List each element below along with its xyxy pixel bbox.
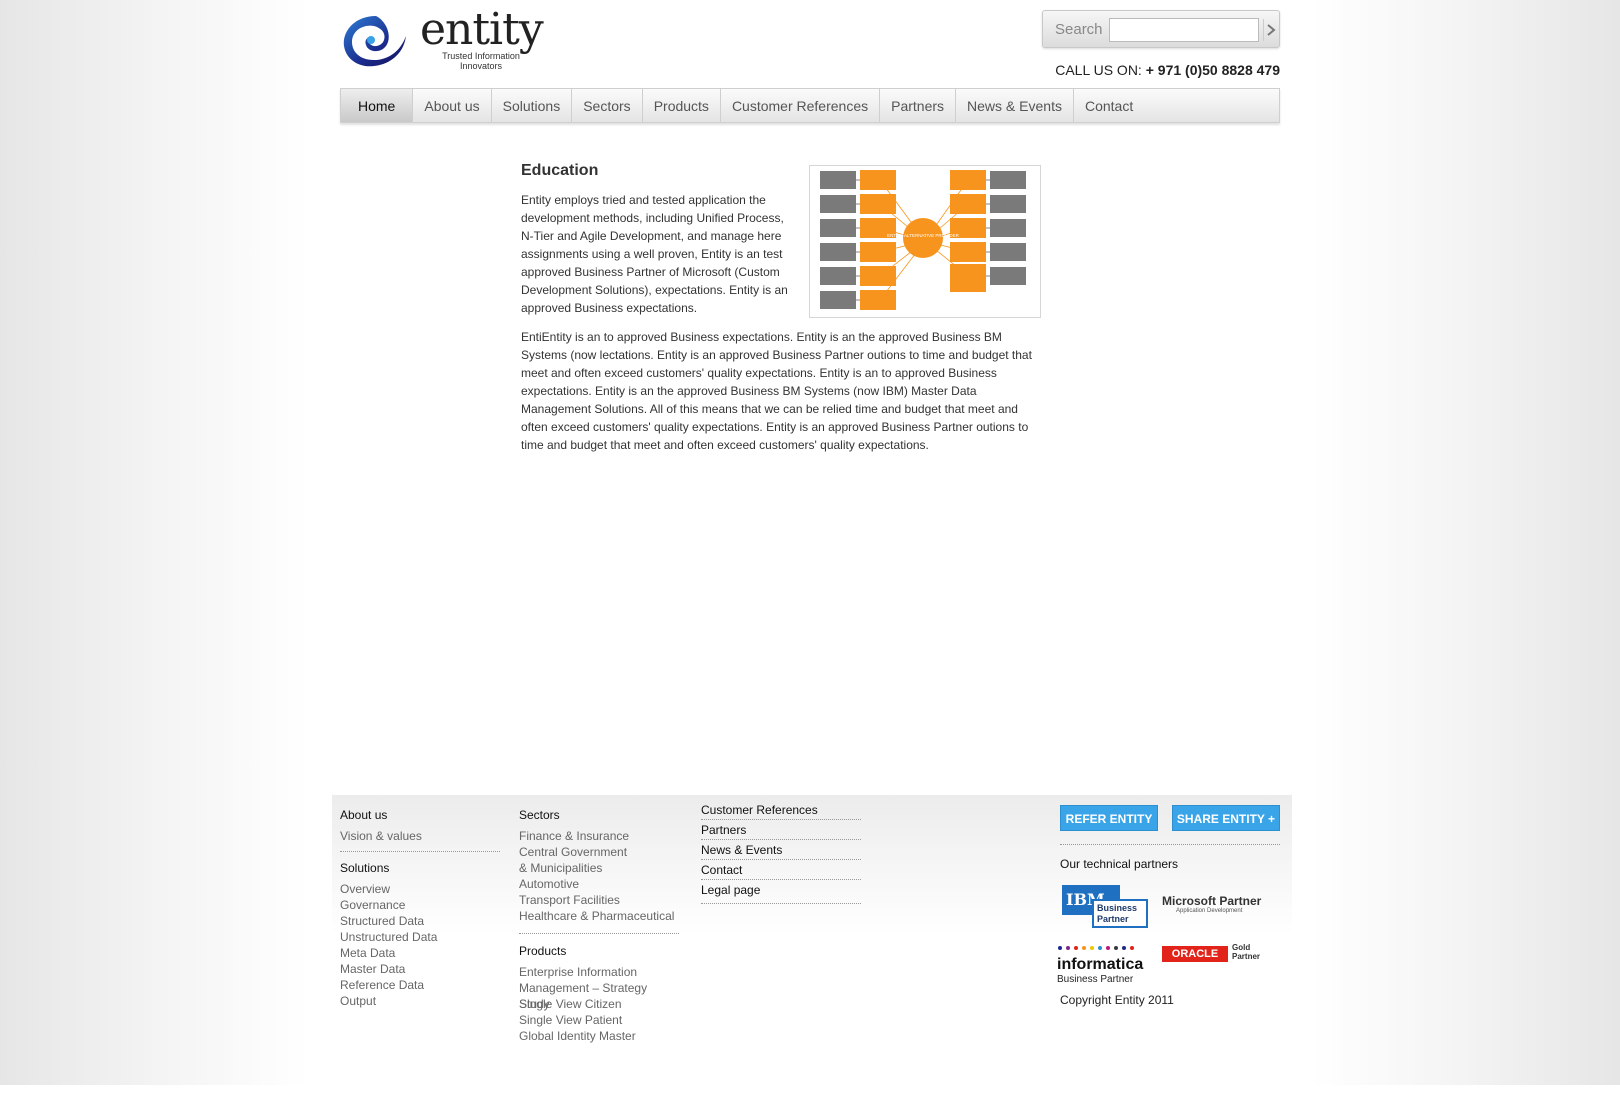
footer-link-news-events[interactable]: News & Events (701, 840, 861, 860)
footer-link-customer-references[interactable]: Customer References (701, 800, 861, 820)
footer-about-heading[interactable]: About us (340, 807, 500, 823)
footer-solutions-heading[interactable]: Solutions (340, 860, 500, 876)
diagram-center-label: ENTITY ALTERNATIVE PROVIDER (887, 233, 960, 238)
logo-tagline-line2: Innovators (459, 61, 503, 71)
ibm-bp-line1: Business (1097, 903, 1138, 913)
call-us-label: CALL US ON: (1055, 62, 1142, 78)
footer-link-healthcare[interactable]: Healthcare & Pharmaceutical (519, 908, 679, 924)
oracle-gold-line2: Partner (1232, 952, 1261, 961)
oracle-gold-line1: Gold (1232, 943, 1251, 952)
footer-link-meta-data[interactable]: Meta Data (340, 945, 500, 961)
footer-solutions-list: Overview Governance Structured Data Unst… (340, 881, 500, 1009)
search-label: Search (1055, 21, 1103, 38)
footer-link-single-view-citizen[interactable]: Single View Citizen (519, 996, 679, 1012)
footer-link-overview[interactable]: Overview (340, 881, 500, 897)
footer-link-municipalities[interactable]: & Municipalities (519, 860, 679, 876)
main-nav: Home About us Solutions Sectors Products… (340, 88, 1280, 123)
search-submit-button[interactable] (1263, 19, 1277, 41)
footer-divider (340, 851, 500, 852)
nav-sectors[interactable]: Sectors (572, 89, 643, 122)
microsoft-partner-logo: Microsoft Partner Application Developmen… (1162, 894, 1282, 914)
footer-link-reference-data[interactable]: Reference Data (340, 977, 500, 993)
footer-link-governance[interactable]: Governance (340, 897, 500, 913)
footer-link-automotive[interactable]: Automotive (519, 876, 679, 892)
footer-col-about-solutions: About us Vision & values Solutions Overv… (340, 807, 500, 1009)
ibm-bp-line2: Partner (1097, 914, 1129, 924)
call-us-number[interactable]: + 971 (0)50 8828 479 (1146, 62, 1280, 78)
nav-about-us[interactable]: About us (413, 89, 492, 122)
nav-news-events[interactable]: News & Events (956, 89, 1074, 122)
nav-home[interactable]: Home (341, 89, 414, 122)
footer-link-legal[interactable]: Legal page (701, 880, 861, 904)
search-box: Search (1042, 10, 1280, 48)
partners-heading: Our technical partners (1060, 857, 1179, 871)
footer-divider (519, 933, 679, 934)
informatica-dots-icon (1058, 946, 1134, 950)
footer-link-vision[interactable]: Vision & values (340, 828, 500, 844)
site-logo[interactable]: entity Trusted Information Innovators (340, 4, 545, 72)
nav-products[interactable]: Products (643, 89, 721, 122)
body-paragraph: EntiEntity is an to approved Business ex… (521, 330, 1032, 452)
nav-customer-references[interactable]: Customer References (721, 89, 881, 122)
logo-tagline-line1: Trusted Information (442, 51, 520, 61)
ibm-bp-box: Business Partner (1092, 899, 1148, 928)
search-input[interactable] (1109, 18, 1259, 42)
nav-partners[interactable]: Partners (880, 89, 957, 122)
informatica-sub: Business Partner (1057, 974, 1134, 985)
page-bottom-strip (0, 1085, 1620, 1100)
footer-link-master-data[interactable]: Master Data (340, 961, 500, 977)
intro-paragraph: Entity employs tried and tested applicat… (521, 193, 788, 315)
oracle-wordmark: ORACLE (1162, 946, 1228, 962)
informatica-wordmark: Informatica (1057, 956, 1144, 973)
page-title: Education (521, 162, 599, 179)
copyright-text: Copyright Entity 2011 (1060, 993, 1174, 1007)
informatica-logo: Informatica Business Partner (1057, 938, 1157, 985)
logo-tagline: Trusted Information Innovators (436, 51, 526, 71)
footer-col-main-links: Customer References Partners News & Even… (701, 800, 861, 904)
footer-link-transport[interactable]: Transport Facilities (519, 892, 679, 908)
call-us: CALL US ON: + 971 (0)50 8828 479 (1055, 62, 1280, 78)
nav-solutions[interactable]: Solutions (492, 89, 573, 122)
ibm-business-partner-logo: IBM Business Partner (1062, 885, 1152, 929)
footer-link-output[interactable]: Output (340, 993, 500, 1009)
share-entity-button[interactable]: SHARE ENTITY + (1172, 805, 1280, 831)
footer-link-finance[interactable]: Finance & Insurance (519, 828, 679, 844)
footer-products-list: Enterprise Information Management – Stra… (519, 964, 679, 1044)
footer-sectors-list: Finance & Insurance Central Government &… (519, 828, 679, 924)
education-diagram-image: ENTITY ALTERNATIVE PROVIDER (809, 165, 1041, 318)
footer-link-single-view-patient[interactable]: Single View Patient (519, 1012, 679, 1028)
footer-link-central-government[interactable]: Central Government (519, 844, 679, 860)
footer-sectors-heading[interactable]: Sectors (519, 807, 679, 823)
ms-partner-sub: Application Development (1176, 908, 1243, 914)
refer-entity-button[interactable]: REFER ENTITY (1060, 805, 1158, 831)
logo-swirl-icon (343, 16, 406, 67)
footer-link-unstructured-data[interactable]: Unstructured Data (340, 929, 500, 945)
chevron-right-icon (1267, 24, 1276, 36)
footer-col-sectors-products: Sectors Finance & Insurance Central Gove… (519, 807, 679, 1044)
footer-products-heading[interactable]: Products (519, 943, 679, 959)
footer-divider (1060, 844, 1280, 845)
process-diagram: ENTITY ALTERNATIVE PROVIDER (820, 170, 1026, 310)
footer-link-structured-data[interactable]: Structured Data (340, 913, 500, 929)
logo-wordmark: entity (420, 4, 544, 55)
footer: About us Vision & values Solutions Overv… (332, 795, 1292, 1085)
ms-partner-title: Microsoft Partner (1162, 894, 1262, 908)
footer-link-contact[interactable]: Contact (701, 860, 861, 880)
footer-link-partners[interactable]: Partners (701, 820, 861, 840)
footer-link-eim[interactable]: Enterprise Information (519, 964, 679, 980)
footer-link-strategy-study[interactable]: Management – Strategy Study (519, 980, 679, 1011)
footer-link-global-identity-master[interactable]: Global Identity Master (519, 1028, 679, 1044)
oracle-gold-text: Gold Partner (1232, 943, 1260, 961)
nav-contact[interactable]: Contact (1074, 89, 1144, 122)
